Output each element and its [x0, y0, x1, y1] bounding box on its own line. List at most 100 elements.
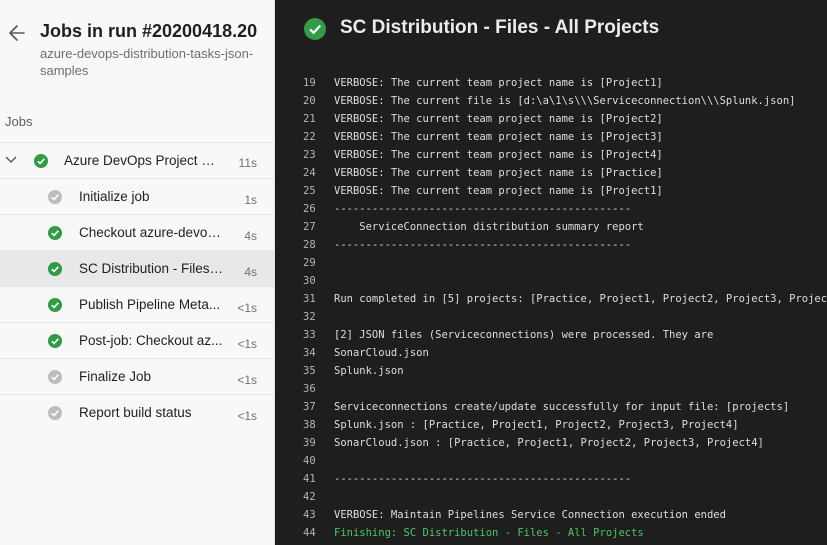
log-line-number: 35 — [303, 365, 316, 377]
log-line-text: VERBOSE: The current team project name i… — [334, 113, 663, 125]
log-line: 31 Run completed in [5] projects: [Practi… — [275, 290, 827, 308]
log-line: 30 — [275, 272, 827, 290]
log-line-number: 27 — [303, 221, 316, 233]
skipped-status-icon — [48, 406, 62, 420]
job-name: Azure DevOps Project Re... — [64, 153, 224, 168]
log-line-text: VERBOSE: The current team project name i… — [334, 149, 663, 161]
jobs-section-label: Jobs — [5, 114, 33, 129]
log-line-number: 19 — [303, 77, 316, 89]
log-line: 27 ServiceConnection distribution summar… — [275, 218, 827, 236]
log-line-number: 43 — [303, 509, 316, 521]
log-line-text: [2] JSON files (Serviceconnections) were… — [334, 329, 714, 341]
log-line: 44 Finishing: SC Distribution - Files - A… — [275, 524, 827, 542]
back-arrow-icon[interactable] — [8, 22, 26, 44]
success-status-icon — [48, 226, 62, 240]
log-line-text: ----------------------------------------… — [334, 473, 632, 485]
log-line-text: VERBOSE: The current team project name i… — [334, 77, 663, 89]
log-line: 40 — [275, 452, 827, 470]
log-line-number: 22 — [303, 131, 316, 143]
step-row[interactable]: SC Distribution - Files - ... 4s — [0, 250, 274, 286]
log-line-text: Splunk.json : [Practice, Project1, Proje… — [334, 419, 739, 431]
step-row[interactable]: Publish Pipeline Meta... <1s — [0, 286, 274, 322]
success-status-icon — [48, 262, 62, 276]
log-line-text: Finishing: SC Distribution - Files - All… — [334, 527, 644, 539]
log-line-number: 21 — [303, 113, 316, 125]
job-row-parent[interactable]: Azure DevOps Project Re... 11s — [0, 142, 274, 178]
log-line: 36 — [275, 380, 827, 398]
log-line: 29 — [275, 254, 827, 272]
step-name: Finalize Job — [79, 369, 152, 384]
step-name: SC Distribution - Files - ... — [79, 261, 224, 276]
skipped-status-icon — [48, 190, 62, 204]
log-line-number: 44 — [303, 527, 316, 539]
log-line: 35 Splunk.json — [275, 362, 827, 380]
success-status-icon — [48, 298, 62, 312]
step-row[interactable]: Post-job: Checkout az... <1s — [0, 322, 274, 358]
log-line-number: 30 — [303, 275, 316, 287]
step-duration: 4s — [244, 265, 257, 279]
log-line-number: 41 — [303, 473, 316, 485]
step-duration: 4s — [244, 229, 257, 243]
step-name: Post-job: Checkout az... — [79, 333, 223, 348]
chevron-down-icon[interactable] — [5, 155, 17, 165]
success-status-icon — [34, 154, 48, 168]
log-line-text: VERBOSE: The current team project name i… — [334, 167, 663, 179]
log-line: 28 --------------------------------------… — [275, 236, 827, 254]
step-duration: <1s — [237, 409, 257, 423]
success-status-icon — [48, 334, 62, 348]
log-line: 23 VERBOSE: The current team project name… — [275, 146, 827, 164]
log-line-text: VERBOSE: The current team project name i… — [334, 131, 663, 143]
success-status-icon — [304, 18, 326, 40]
log-line: 41 --------------------------------------… — [275, 470, 827, 488]
step-row[interactable]: Finalize Job <1s — [0, 358, 274, 394]
job-list: Azure DevOps Project Re... 11s Initializ… — [0, 142, 274, 430]
log-line-text: Serviceconnections create/update success… — [334, 401, 790, 413]
log-line: 21 VERBOSE: The current team project name… — [275, 110, 827, 128]
step-name: Publish Pipeline Meta... — [79, 297, 221, 312]
step-name: Report build status — [79, 405, 192, 420]
step-row[interactable]: Initialize job 1s — [0, 178, 274, 214]
log-line: 19 VERBOSE: The current team project name… — [275, 74, 827, 92]
log-line-text: SonarCloud.json : [Practice, Project1, P… — [334, 437, 764, 449]
log-line-text: SonarCloud.json — [334, 347, 429, 359]
log-line-text: Splunk.json — [334, 365, 404, 377]
log-line: 37 Serviceconnections create/update succe… — [275, 398, 827, 416]
pipeline-name: azure-devops-distribution-tasks-json-sam… — [40, 46, 254, 78]
log-line-text: VERBOSE: The current team project name i… — [334, 185, 663, 197]
log-line-number: 40 — [303, 455, 316, 467]
step-row[interactable]: Checkout azure-devops... 4s — [0, 214, 274, 250]
run-title: Jobs in run #20200418.20 — [40, 21, 258, 41]
log-line: 20 VERBOSE: The current file is [d:\a\1\s… — [275, 92, 827, 110]
step-duration: <1s — [237, 337, 257, 351]
log-panel: SC Distribution - Files - All Projects 1… — [275, 0, 827, 545]
log-line: 34 SonarCloud.json — [275, 344, 827, 362]
log-line: 24 VERBOSE: The current team project name… — [275, 164, 827, 182]
log-line-number: 39 — [303, 437, 316, 449]
job-duration: 11s — [238, 156, 257, 170]
log-line-number: 32 — [303, 311, 316, 323]
step-title: SC Distribution - Files - All Projects — [340, 17, 660, 38]
log-line-text: VERBOSE: The current file is [d:\a\1\s\\… — [334, 95, 796, 107]
log-line-number: 24 — [303, 167, 316, 179]
step-duration: 1s — [244, 193, 257, 207]
log-line-text: ----------------------------------------… — [334, 203, 632, 215]
step-row[interactable]: Report build status <1s — [0, 394, 274, 430]
log-line-number: 29 — [303, 257, 316, 269]
log-line: 38 Splunk.json : [Practice, Project1, Pro… — [275, 416, 827, 434]
log-line-text: Run completed in [5] projects: [Practice… — [334, 293, 827, 305]
log-line: 43 VERBOSE: Maintain Pipelines Service Co… — [275, 506, 827, 524]
log-line-text: VERBOSE: Maintain Pipelines Service Conn… — [334, 509, 726, 521]
skipped-status-icon — [48, 370, 62, 384]
log-line-number: 26 — [303, 203, 316, 215]
step-duration: <1s — [237, 301, 257, 315]
log-line: 32 — [275, 308, 827, 326]
log-line-number: 31 — [303, 293, 316, 305]
log-line: 42 — [275, 488, 827, 506]
log-line: 22 VERBOSE: The current team project name… — [275, 128, 827, 146]
log-line-number: 23 — [303, 149, 316, 161]
log-line-number: 42 — [303, 491, 316, 503]
log-output[interactable]: 19 VERBOSE: The current team project name… — [275, 74, 827, 542]
step-name: Checkout azure-devops... — [79, 225, 224, 240]
log-line-number: 38 — [303, 419, 316, 431]
log-line-text: ----------------------------------------… — [334, 239, 632, 251]
